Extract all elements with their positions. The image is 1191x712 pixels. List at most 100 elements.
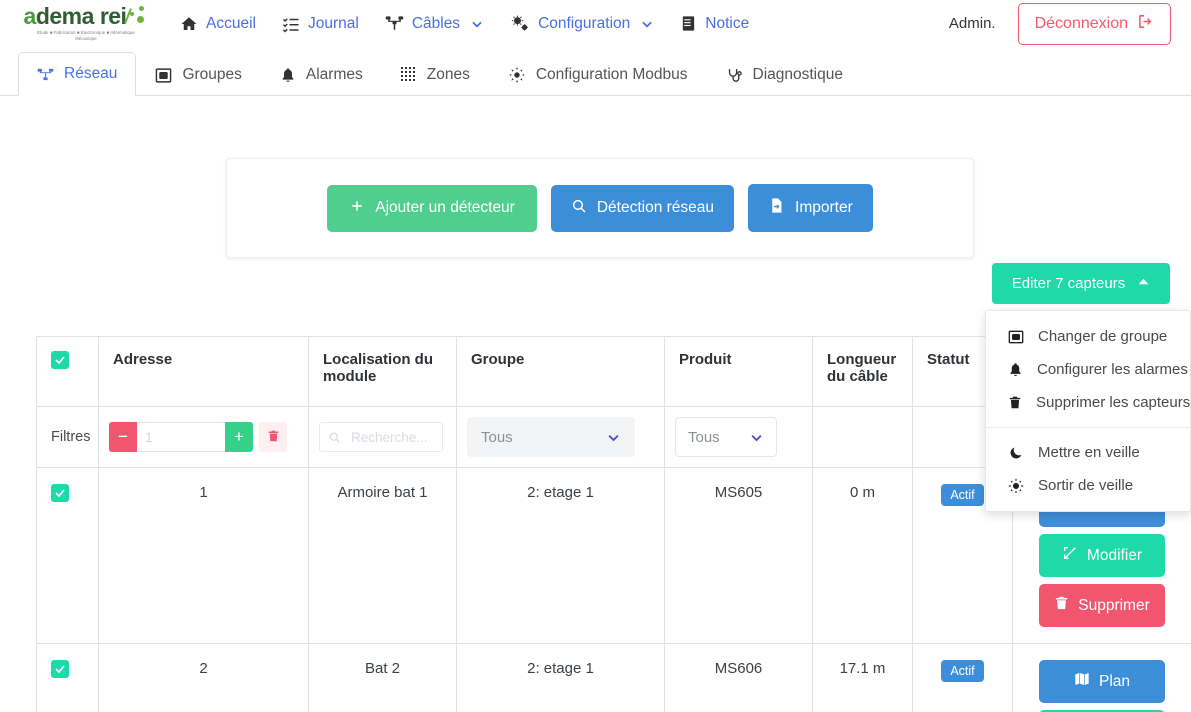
cell-groupe: 2: etage 1 [457, 644, 665, 712]
logout-button[interactable]: Déconnexion [1018, 3, 1171, 45]
tab-configuration-modbus[interactable]: Configuration Modbus [489, 53, 707, 96]
moon-icon [1008, 445, 1024, 460]
filter-longueur-cell [813, 407, 913, 468]
brand-tagline-line2: Mécanique [37, 36, 135, 42]
header-right-group: Admin. Déconnexion [949, 3, 1171, 45]
filter-produit-cell: Tous [665, 407, 813, 468]
modify-button-label: Modifier [1087, 547, 1142, 565]
delete-button[interactable]: Supprimer [1039, 584, 1165, 627]
cell-localisation: Armoire bat 1 [309, 468, 457, 644]
select-all-checkbox[interactable] [51, 351, 69, 369]
row-checkbox[interactable] [51, 484, 69, 502]
brand-logo-dema: dema [36, 5, 94, 28]
row-checkbox[interactable] [51, 660, 69, 678]
chevron-down-icon [749, 430, 764, 445]
nav-label-cables: Câbles [412, 15, 460, 33]
bell-icon [1008, 362, 1023, 377]
groupe-filter-select[interactable]: Tous [467, 417, 635, 457]
row-select-cell [37, 644, 99, 712]
tab-zones[interactable]: Zones [382, 53, 489, 96]
nav-item-notice[interactable]: Notice [680, 15, 749, 33]
header-longueur[interactable]: Longueur du câble [813, 337, 913, 407]
produit-filter-value: Tous [688, 429, 720, 446]
main-navigation: Accueil Journal Câbles Configuration [180, 14, 749, 34]
adresse-increment-button[interactable]: + [225, 422, 253, 452]
bulk-edit-toggle-button[interactable]: Editer 7 capteurs [992, 263, 1170, 304]
groupe-filter-value: Tous [481, 429, 513, 446]
import-button[interactable]: Importer [748, 184, 873, 232]
produit-filter-select[interactable]: Tous [675, 417, 777, 457]
top-header-bar: adema rei Etude ■ Fabrication ■ Electron… [0, 0, 1191, 47]
row-select-cell [37, 468, 99, 644]
menu-label-sortir-de-veille: Sortir de veille [1038, 477, 1133, 494]
localisation-search-input[interactable] [349, 429, 434, 446]
tab-diagnostique[interactable]: Diagnostique [707, 53, 862, 96]
adresse-stepper: − + [109, 422, 298, 452]
filter-groupe-cell: Tous [457, 407, 665, 468]
brand-tagline: Etude ■ Fabrication ■ Electronique ■ Inf… [37, 30, 135, 43]
menu-separator [986, 427, 1190, 428]
menu-item-configurer-les-alarmes[interactable]: Configurer les alarmes [986, 353, 1190, 386]
cell-adresse: 1 [99, 468, 309, 644]
sun-icon [1008, 478, 1024, 494]
cell-longueur: 0 m [813, 468, 913, 644]
nav-item-journal[interactable]: Journal [282, 15, 359, 33]
nav-item-accueil[interactable]: Accueil [180, 15, 256, 33]
logout-button-label: Déconnexion [1035, 15, 1128, 33]
cell-produit: MS606 [665, 644, 813, 712]
header-adresse[interactable]: Adresse [99, 337, 309, 407]
plan-button[interactable]: Plan [1039, 660, 1165, 703]
status-badge: Actif [941, 660, 983, 682]
tab-label-groupes: Groupes [182, 66, 241, 84]
brand-logo-dots-icon [126, 6, 148, 26]
adresse-decrement-button[interactable]: − [109, 422, 137, 452]
stethoscope-icon [726, 67, 743, 84]
chevron-down-icon [606, 430, 621, 445]
chevron-down-icon [470, 17, 484, 31]
add-detector-button[interactable]: Ajouter un détecteur [327, 185, 537, 232]
home-icon [180, 15, 198, 33]
header-groupe[interactable]: Groupe [457, 337, 665, 407]
cell-produit: MS605 [665, 468, 813, 644]
plan-button-label: Plan [1099, 673, 1130, 691]
brand-logo-text: adema rei [24, 5, 149, 28]
menu-label-supprimer-les-capteurs: Supprimer les capteurs [1036, 394, 1190, 411]
delete-button-label: Supprimer [1078, 597, 1150, 615]
add-detector-label: Ajouter un détecteur [375, 199, 515, 217]
gears-icon [510, 14, 530, 34]
chevron-up-icon [1137, 275, 1150, 292]
tab-groupes[interactable]: Groupes [136, 53, 260, 96]
modify-button[interactable]: Modifier [1039, 534, 1165, 577]
menu-item-sortir-de-veille[interactable]: Sortir de veille [986, 469, 1190, 502]
network-scan-button[interactable]: Détection réseau [551, 185, 734, 232]
cell-statut: Actif [913, 644, 1013, 712]
trash-icon [267, 429, 280, 446]
nav-item-configuration[interactable]: Configuration [510, 14, 654, 34]
menu-label-changer-de-groupe: Changer de groupe [1038, 328, 1167, 345]
menu-item-mettre-en-veille[interactable]: Mettre en veille [986, 436, 1190, 469]
nav-item-cables[interactable]: Câbles [385, 14, 484, 33]
brand-logo-a: a [24, 5, 36, 28]
tab-reseau[interactable]: Réseau [18, 52, 136, 96]
header-localisation[interactable]: Localisation du module [309, 337, 457, 407]
nav-label-accueil: Accueil [206, 15, 256, 33]
adresse-clear-button[interactable] [259, 422, 287, 452]
adresse-filter-input[interactable] [137, 422, 225, 452]
groups-icon [155, 67, 172, 84]
brand-logo[interactable]: adema rei Etude ■ Fabrication ■ Electron… [22, 5, 150, 43]
row-action-buttons: Plan Modifier [1039, 660, 1165, 712]
map-icon [1074, 671, 1090, 692]
plus-icon [349, 198, 365, 219]
header-produit[interactable]: Produit [665, 337, 813, 407]
cell-localisation: Bat 2 [309, 644, 457, 712]
table-row: 2 Bat 2 2: etage 1 MS606 17.1 m Actif [37, 644, 1191, 712]
brand-logo-rei: rei [100, 5, 127, 28]
tab-alarmes[interactable]: Alarmes [261, 53, 382, 96]
menu-item-changer-de-groupe[interactable]: Changer de groupe [986, 320, 1190, 353]
tab-label-zones: Zones [427, 66, 470, 84]
tab-label-alarmes: Alarmes [306, 66, 363, 84]
nav-label-notice: Notice [705, 15, 749, 33]
menu-item-supprimer-les-capteurs[interactable]: Supprimer les capteurs [986, 386, 1190, 419]
import-label: Importer [795, 199, 853, 217]
localisation-search-box[interactable] [319, 422, 443, 452]
